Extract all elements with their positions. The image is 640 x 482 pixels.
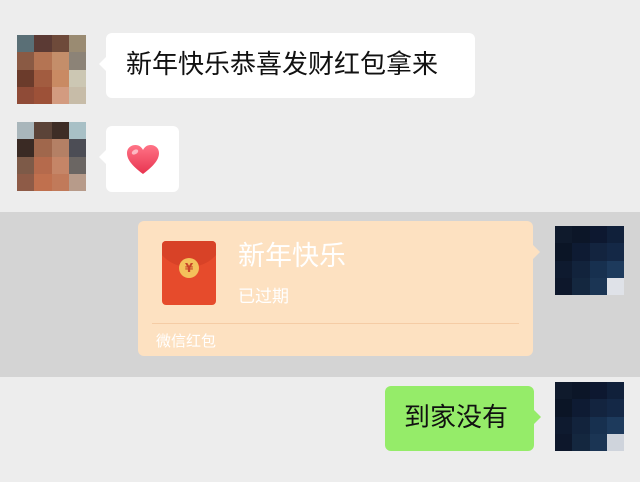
heart-icon bbox=[127, 145, 159, 174]
red-packet-status: 已过期 bbox=[238, 287, 289, 307]
my-avatar[interactable] bbox=[555, 382, 624, 451]
message-text: 新年快乐恭喜发财红包拿来 bbox=[126, 50, 439, 80]
red-packet-card[interactable]: ¥ 新年快乐 已过期 微信红包 bbox=[138, 221, 540, 356]
divider bbox=[152, 323, 519, 324]
contact-avatar[interactable] bbox=[17, 122, 86, 191]
red-packet-title: 新年快乐 bbox=[238, 241, 346, 272]
message-bubble-incoming[interactable] bbox=[99, 126, 179, 192]
message-bubble-incoming[interactable]: 新年快乐恭喜发财红包拿来 bbox=[99, 33, 475, 98]
message-text: 到家没有 bbox=[404, 403, 509, 433]
contact-avatar[interactable] bbox=[17, 35, 86, 104]
yuan-coin-icon: ¥ bbox=[179, 258, 199, 278]
red-envelope-icon: ¥ bbox=[162, 241, 216, 305]
red-packet-footer: 微信红包 bbox=[156, 332, 217, 350]
message-bubble-outgoing[interactable]: 到家没有 bbox=[385, 386, 541, 451]
my-avatar[interactable] bbox=[555, 226, 624, 295]
